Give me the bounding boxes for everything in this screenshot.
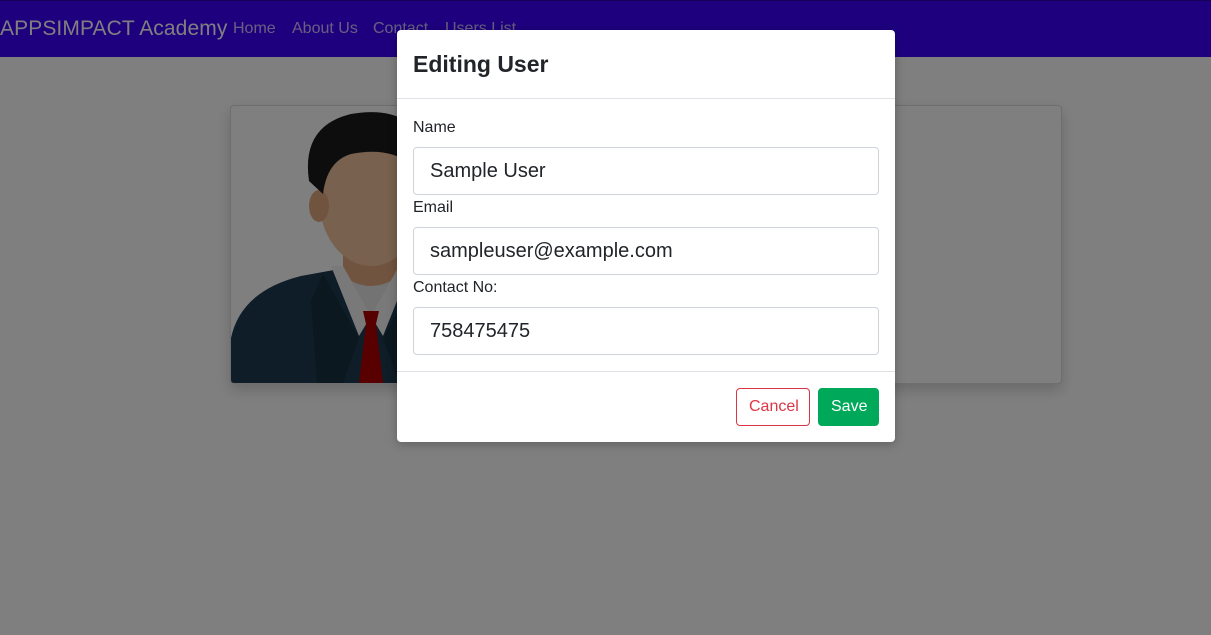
page: APPSIMPACT Academy Home About Us Contact… [0,0,1211,635]
modal-header: Editing User [397,30,895,99]
save-button[interactable]: Save [818,388,879,426]
modal-footer: Cancel Save [397,371,895,442]
email-label: Email [413,199,454,216]
email-input[interactable] [413,227,879,275]
cancel-button[interactable]: Cancel [736,388,810,426]
name-label: Name [413,119,456,136]
edit-user-modal: Editing User Name Email Contact No: Canc… [397,30,895,442]
name-input[interactable] [413,147,879,195]
modal-title: Editing User [413,51,549,77]
contact-label: Contact No: [413,279,498,296]
contact-input[interactable] [413,307,879,355]
